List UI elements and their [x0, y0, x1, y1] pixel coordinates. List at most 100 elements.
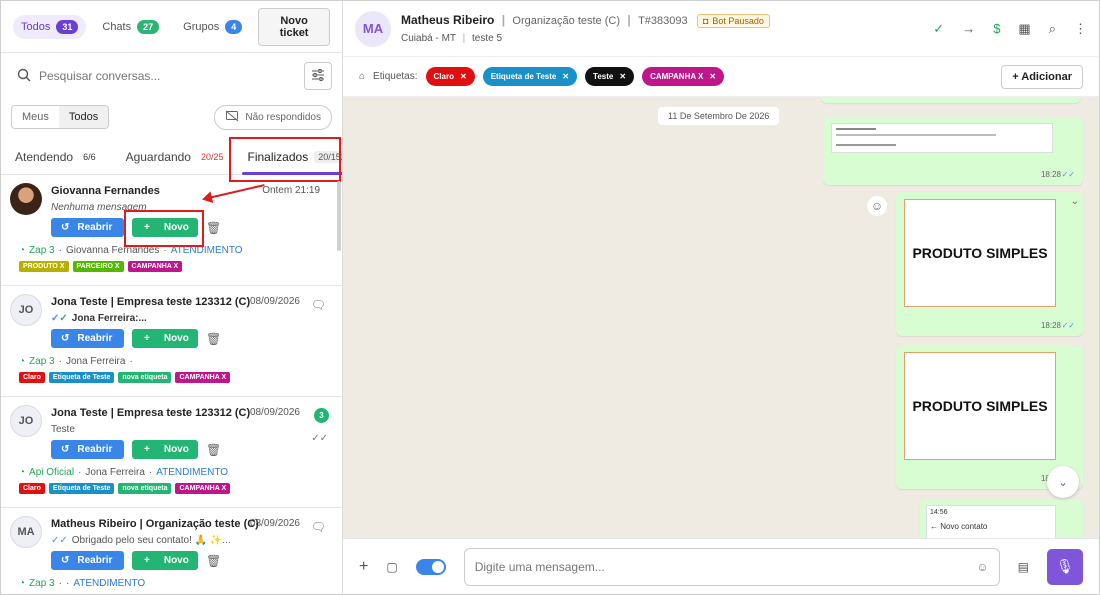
tag: nova etiqueta [118, 483, 172, 494]
new-button[interactable]: + Novo [132, 551, 198, 570]
plus-icon[interactable]: + [359, 558, 368, 576]
message-placeholder: Digite uma mensagem... [474, 559, 605, 574]
ownership-toggle-row: Meus Todos Não respondidos [1, 99, 342, 135]
tag: PARCEIRO X [72, 261, 124, 272]
ticket-item[interactable]: JO 08/09/2026 3 ✓✓ Jona Teste | Empresa … [1, 397, 342, 508]
ticket-agent: Jona Ferreira [85, 467, 145, 478]
image-attachment[interactable]: PRODUTO SIMPLES [904, 352, 1056, 460]
scroll-to-bottom-button[interactable]: ⌄ [1047, 466, 1079, 498]
filter-grupos[interactable]: Grupos 4 [175, 15, 250, 39]
document-icon[interactable]: ▢ [386, 560, 397, 574]
label-chip[interactable]: CAMPANHA X ✕ [642, 67, 725, 86]
label-chip[interactable]: Claro ✕ [425, 67, 475, 86]
reopen-icon: ↺ [61, 444, 70, 455]
search-input[interactable] [39, 69, 288, 83]
reopen-button[interactable]: ↺ Reabrir [51, 440, 124, 459]
ticket-actions: ↺ Reabrir + Novo 🗑 [51, 329, 332, 348]
search-icon[interactable]: ⌕ [1049, 21, 1056, 37]
new-button[interactable]: + Novo [132, 329, 198, 348]
message-bubble[interactable]: 18:28 ✓✓ [823, 117, 1083, 185]
reopen-button[interactable]: ↺ Reabrir [51, 551, 124, 570]
ticket-item[interactable]: MA 08/09/2026 🗨 Matheus Ribeiro | Organi… [1, 508, 342, 594]
more-vertical-icon[interactable]: ⋮ [1074, 21, 1087, 37]
tab-atendendo[interactable]: Atendendo 6/6 [9, 150, 106, 174]
chat-bubble-icon[interactable]: 🗨 [311, 520, 326, 534]
header-separator: | [627, 13, 631, 27]
chat-messages-area[interactable]: 11 De Setembro De 2026 18:28 ✓✓ ☺ PRODUT… [343, 97, 1099, 538]
label-chip[interactable]: Etiqueta de Teste ✕ [482, 67, 578, 86]
message-bubble[interactable]: PRODUTO SIMPLES ⌄ 18:28 ✓✓ [896, 192, 1083, 336]
date-separator: 11 De Setembro De 2026 [658, 107, 780, 125]
tab-finalizados[interactable]: Finalizados 20/152 [241, 150, 342, 175]
add-label-button[interactable]: + Adicionar [1001, 64, 1083, 89]
chat-bubble-icon[interactable]: 🗨 [311, 298, 326, 312]
sidebar-scrollbar[interactable] [337, 181, 341, 251]
filter-chats[interactable]: Chats 27 [94, 15, 167, 39]
trash-icon[interactable]: 🗑 [206, 332, 221, 346]
trash-icon[interactable]: 🗑 [206, 443, 221, 457]
label-chip-text: Etiqueta de Teste [490, 72, 557, 81]
ticket-channel: Zap 3 [29, 578, 55, 589]
tag: CAMPANHA X [175, 483, 231, 494]
microphone-button[interactable]: 🎙 [1047, 548, 1083, 585]
unanswered-label: Não respondidos [245, 111, 321, 123]
whatsapp-icon: ◔ [19, 467, 26, 478]
filter-todos[interactable]: Todos 31 [13, 14, 87, 39]
close-icon[interactable]: ✕ [460, 72, 467, 81]
ticket-last-message: Teste [51, 424, 332, 435]
tab-finalizados-label: Finalizados [247, 150, 309, 164]
signature-toggle[interactable] [415, 558, 446, 575]
chevron-down-icon[interactable]: ⌄ [1071, 196, 1079, 207]
ticket-item[interactable]: JO 08/09/2026 🗨 Jona Teste | Empresa tes… [1, 286, 342, 397]
label-chip[interactable]: Teste ✕ [585, 67, 635, 86]
meta-separator: · [58, 245, 62, 256]
trash-icon[interactable]: 🗑 [206, 554, 221, 568]
filter-bar: Todos 31 Chats 27 Grupos 4 Novo ticket [1, 1, 342, 53]
emoji-reaction-icon[interactable]: ☺ [867, 196, 887, 216]
calendar-icon[interactable]: ▦ [1018, 21, 1030, 37]
ticket-status: ATENDIMENTO [170, 245, 243, 256]
contact-location: Cuiabá - MT [401, 33, 456, 44]
dollar-icon[interactable]: $ [993, 21, 1000, 37]
message-input[interactable]: Digite uma mensagem... ☺ [463, 547, 1000, 586]
trash-icon[interactable]: 🗑 [206, 221, 221, 235]
preview-text-line: ← Novo contato [930, 522, 1052, 531]
ticket-item[interactable]: Ontem 21:19 Giovanna Fernandes Nenhuma m… [1, 175, 342, 286]
ticket-meta: ◔ Zap 3 · Giovanna Fernandes · ATENDIMEN… [19, 245, 332, 256]
quick-replies-icon[interactable]: ▤ [1018, 560, 1029, 574]
whatsapp-icon: ◔ [19, 578, 26, 589]
emoji-icon[interactable]: ☺ [976, 560, 988, 574]
filter-grupos-label: Grupos [183, 20, 220, 33]
check-circle-icon[interactable]: ✓ [933, 21, 944, 37]
new-button[interactable]: + Novo [132, 440, 198, 459]
segment-meus[interactable]: Meus [12, 106, 59, 128]
tab-aguardando[interactable]: Aguardando 20/25 [120, 150, 234, 174]
plus-icon: + [144, 333, 150, 344]
image-attachment[interactable]: PRODUTO SIMPLES [904, 199, 1056, 307]
new-button[interactable]: + Novo [132, 218, 198, 237]
ticket-date: 08/09/2026 [249, 407, 300, 418]
last-message-text: Jona Ferreira:... [71, 313, 147, 324]
new-ticket-button[interactable]: Novo ticket [258, 7, 330, 46]
advanced-filter-button[interactable] [304, 62, 332, 90]
reopen-button[interactable]: ↺ Reabrir [51, 329, 124, 348]
search-box [11, 68, 294, 85]
segment-todos[interactable]: Todos [58, 106, 109, 128]
contact-queue: teste 5 [472, 33, 503, 44]
unanswered-filter-button[interactable]: Não respondidos [214, 104, 332, 130]
close-icon[interactable]: ✕ [562, 72, 569, 81]
close-icon[interactable]: ✕ [619, 72, 626, 81]
reopen-button[interactable]: ↺ Reabrir [51, 218, 124, 237]
transfer-arrow-icon[interactable]: → [962, 21, 975, 37]
tag: Etiqueta de Teste [48, 483, 115, 494]
close-icon[interactable]: ✕ [709, 72, 716, 81]
meta-separator: · [163, 245, 167, 256]
screenshot-attachment[interactable]: 14:56 ← Novo contato [926, 505, 1056, 538]
ticket-date: Ontem 21:19 [262, 185, 320, 196]
message-bubble[interactable]: 14:56 ← Novo contato [920, 499, 1083, 538]
contact-subline: Cuiabá - MT | teste 5 [401, 33, 770, 44]
ticket-channel: Zap 3 [29, 245, 55, 256]
contact-info: Matheus Ribeiro | Organização teste (C) … [401, 13, 770, 44]
contact-name: Matheus Ribeiro [401, 13, 495, 27]
ticket-last-message: ✓✓ Obrigado pelo seu contato! 🙏 ✨... [51, 535, 332, 546]
